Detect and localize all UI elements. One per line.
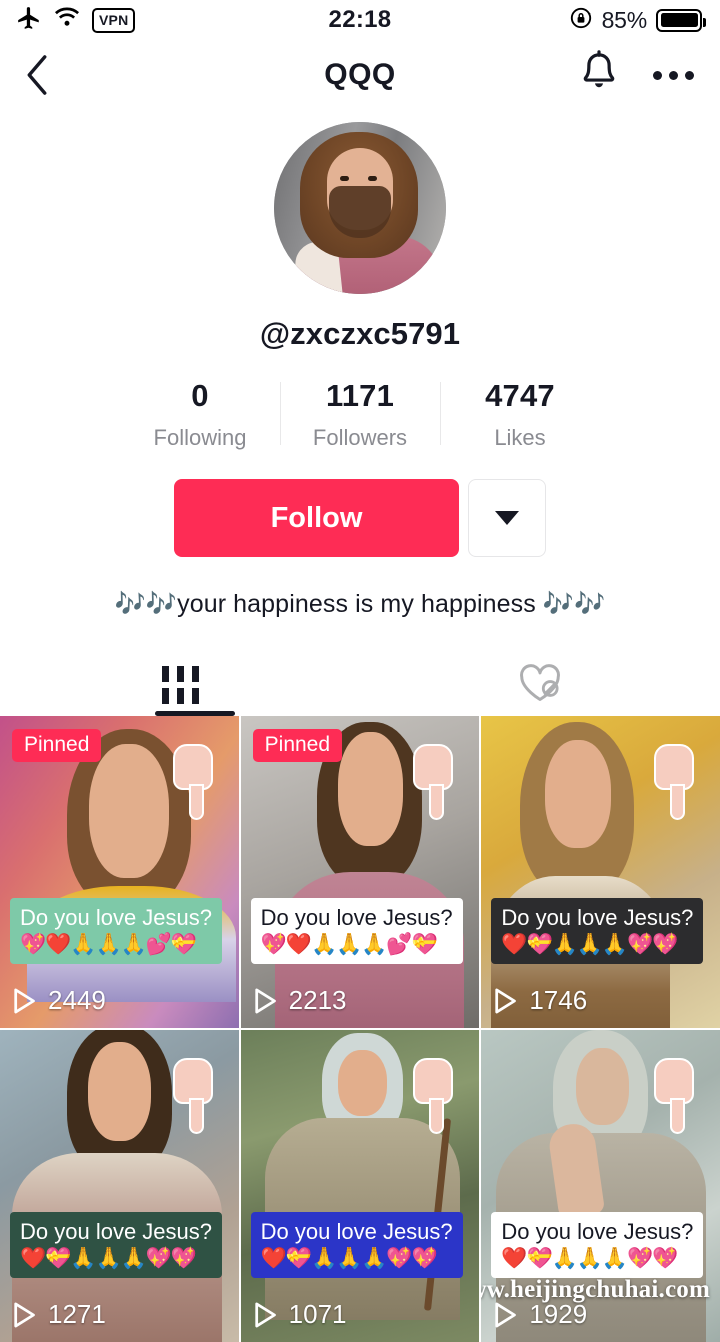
stat-likes-value: 4747	[485, 378, 555, 413]
avatar-eye-right	[368, 176, 377, 181]
header-actions	[577, 49, 696, 101]
battery-icon	[656, 8, 706, 32]
stat-following-label: Following	[153, 425, 247, 450]
pointing-hand-sticker	[413, 1058, 454, 1135]
follow-button[interactable]: Follow	[174, 479, 459, 557]
bell-icon[interactable]	[577, 49, 621, 101]
pointing-hand-sticker	[654, 1058, 694, 1135]
video-caption-emojis: ❤️💝🙏🙏🙏💖💖	[20, 1247, 197, 1271]
video-caption: Do you love Jesus? ❤️💝🙏🙏🙏💖💖	[491, 1211, 704, 1279]
video-caption-text: Do you love Jesus?	[20, 904, 212, 930]
profile-avatar[interactable]	[274, 122, 446, 294]
more-options-dropdown-button[interactable]	[468, 479, 546, 557]
pinned-badge: Pinned	[252, 729, 343, 763]
video-cell[interactable]: Pinned Do you love Jesus? 💖❤️🙏🙏🙏💕💝 2449	[0, 716, 239, 1029]
tab-videos[interactable]	[0, 654, 360, 716]
video-caption-emojis: 💖❤️🙏🙏🙏💕💝	[260, 933, 438, 957]
grid-icon	[161, 666, 199, 705]
play-icon	[495, 988, 517, 1014]
video-views: 2449	[14, 985, 106, 1016]
stat-likes-label: Likes	[494, 425, 546, 450]
video-grid: Pinned Do you love Jesus? 💖❤️🙏🙏🙏💕💝 2449	[0, 716, 720, 1342]
pointing-hand-sticker	[654, 744, 694, 821]
video-cell[interactable]: Pinned Do you love Jesus? 💖❤️🙏🙏🙏💕💝 2213	[240, 716, 480, 1029]
video-caption-text: Do you love Jesus?	[260, 904, 453, 930]
more-dots-icon[interactable]	[651, 61, 696, 90]
stat-followers-value: 1171	[325, 378, 395, 413]
stat-following[interactable]: 0 Following	[120, 378, 280, 451]
stat-followers[interactable]: 1171 Followers	[280, 378, 440, 451]
video-cell[interactable]: Do you love Jesus? ❤️💝🙏🙏🙏💖💖 www.heijingc…	[481, 1030, 720, 1342]
video-caption-emojis: ❤️💝🙏🙏🙏💖💖	[260, 1247, 438, 1271]
pointing-hand-sticker	[413, 744, 454, 821]
video-caption-text: Do you love Jesus?	[20, 1218, 212, 1244]
profile-bio: 🎶🎶your happiness is my happiness 🎶🎶	[114, 590, 606, 618]
status-bar: VPN 22:18 85%	[0, 0, 720, 40]
avatar-eye-left	[340, 176, 349, 181]
battery-percent: 85%	[601, 6, 648, 33]
profile-tabs	[0, 654, 720, 717]
video-views: 1271	[14, 1299, 106, 1330]
rotation-lock-icon	[569, 6, 593, 35]
pinned-badge: Pinned	[12, 729, 102, 763]
video-view-count: 2213	[288, 985, 347, 1016]
video-caption-emojis: ❤️💝🙏🙏🙏💖💖	[501, 1247, 678, 1271]
play-icon	[495, 1302, 517, 1328]
wifi-icon	[53, 6, 81, 34]
video-caption-emojis: 💖❤️🙏🙏🙏💕💝	[20, 933, 197, 957]
thumbnail-figure	[490, 722, 670, 1029]
page-header: QQQ	[0, 40, 720, 110]
video-caption: Do you love Jesus? 💖❤️🙏🙏🙏💕💝	[250, 897, 463, 965]
thumbnail-figure	[12, 1030, 223, 1342]
vpn-badge: VPN	[92, 7, 136, 33]
heart-slash-icon	[516, 661, 564, 710]
play-icon	[254, 1302, 277, 1328]
video-caption: Do you love Jesus? 💖❤️🙏🙏🙏💕💝	[10, 897, 222, 965]
pointing-hand-sticker	[172, 744, 213, 821]
video-view-count: 1746	[529, 985, 588, 1016]
stat-followers-label: Followers	[312, 425, 408, 450]
video-views: 1071	[254, 1299, 347, 1330]
status-bar-left: VPN	[16, 5, 136, 36]
video-cell[interactable]: Do you love Jesus? ❤️💝🙏🙏🙏💖💖 1271	[0, 1030, 239, 1342]
stat-following-value: 0	[191, 378, 209, 413]
video-views: 2213	[254, 985, 347, 1016]
chevron-down-icon	[495, 511, 519, 525]
thumbnail-figure	[265, 1033, 460, 1320]
tab-liked[interactable]	[360, 654, 720, 716]
pointing-hand-sticker	[172, 1058, 213, 1135]
video-caption: Do you love Jesus? ❤️💝🙏🙏🙏💖💖	[250, 1211, 463, 1279]
play-icon	[14, 1302, 36, 1328]
video-views: 1746	[495, 985, 587, 1016]
video-caption-text: Do you love Jesus?	[260, 1218, 453, 1244]
video-caption-text: Do you love Jesus?	[501, 1218, 694, 1244]
play-icon	[14, 988, 36, 1014]
airplane-icon	[16, 5, 42, 36]
video-view-count: 1071	[288, 1299, 347, 1330]
video-cell[interactable]: Do you love Jesus? ❤️💝🙏🙏🙏💖💖 1746	[481, 716, 720, 1029]
tiktok-profile-screen: VPN 22:18 85% QQQ @zxczxc5791 0 Followin…	[0, 0, 720, 1342]
stat-likes[interactable]: 4747 Likes	[440, 378, 600, 451]
video-caption: Do you love Jesus? ❤️💝🙏🙏🙏💖💖	[10, 1211, 222, 1279]
video-caption-emojis: ❤️💝🙏🙏🙏💖💖	[501, 933, 678, 957]
video-view-count: 1271	[48, 1299, 106, 1330]
back-button[interactable]	[22, 53, 52, 97]
video-caption: Do you love Jesus? ❤️💝🙏🙏🙏💖💖	[491, 897, 704, 965]
profile-username: @zxczxc5791	[259, 316, 461, 351]
profile-stats: 0 Following 1171 Followers 4747 Likes	[0, 378, 720, 451]
video-cell[interactable]: Do you love Jesus? ❤️💝🙏🙏🙏💖💖 1071	[240, 1030, 480, 1342]
video-caption-text: Do you love Jesus?	[501, 904, 694, 930]
site-watermark: www.heijingchuhai.com	[481, 1276, 710, 1304]
profile-actions: Follow	[0, 479, 720, 557]
play-icon	[254, 988, 277, 1014]
video-view-count: 2449	[48, 985, 106, 1016]
status-bar-right: 85%	[569, 6, 706, 35]
